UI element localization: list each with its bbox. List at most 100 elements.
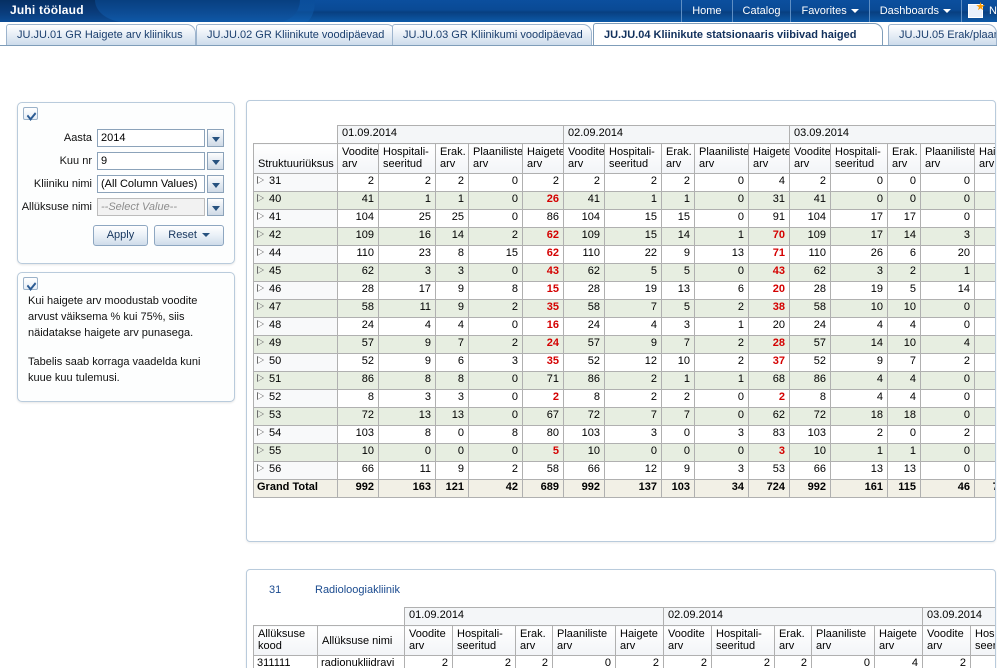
pivot-cell[interactable]: 3 bbox=[694, 461, 749, 480]
pivot-cell[interactable]: 66 bbox=[337, 461, 379, 480]
pivot-cell[interactable]: 22 bbox=[974, 317, 995, 336]
pivot-cell[interactable]: 0 bbox=[604, 443, 662, 462]
expand-triangle-icon[interactable] bbox=[257, 230, 265, 239]
pivot-cell[interactable]: 0 bbox=[468, 443, 523, 462]
expand-triangle-icon[interactable] bbox=[257, 446, 265, 455]
pivot-cell[interactable]: 4 bbox=[887, 371, 921, 390]
pivot-cell[interactable]: 62 bbox=[522, 227, 564, 246]
pivot-cell[interactable]: 62 bbox=[789, 263, 831, 282]
pivot-cell[interactable]: 2 bbox=[661, 389, 695, 408]
pivot-cell[interactable]: 11 bbox=[378, 299, 436, 318]
pivot-cell[interactable]: 0 bbox=[468, 191, 523, 210]
pivot-cell[interactable]: 2 bbox=[887, 263, 921, 282]
pivot-cell[interactable]: 1 bbox=[694, 317, 749, 336]
pivot-cell[interactable]: 71 bbox=[748, 245, 790, 264]
pivot-cell[interactable]: 2 bbox=[748, 389, 790, 408]
pivot-cell[interactable]: 0 bbox=[435, 425, 469, 444]
pivot-cell[interactable]: 3 bbox=[661, 317, 695, 336]
pivot-cell[interactable]: 8 bbox=[435, 245, 469, 264]
pivot-cell[interactable]: 1 bbox=[378, 191, 436, 210]
pivot-cell[interactable]: 2 bbox=[468, 335, 523, 354]
pivot-cell[interactable]: 9 bbox=[435, 281, 469, 300]
pivot-cell[interactable]: 71 bbox=[522, 371, 564, 390]
pivot-cell[interactable]: 52 bbox=[563, 353, 605, 372]
pivot-cell[interactable]: 1 bbox=[435, 191, 469, 210]
pivot-cell[interactable]: 2 bbox=[663, 655, 712, 668]
pivot-measure-header[interactable]: Haigetearv bbox=[522, 143, 564, 174]
pivot-cell[interactable]: 26 bbox=[522, 191, 564, 210]
pivot-cell[interactable]: 2 bbox=[711, 655, 775, 668]
pivot-measure-header[interactable]: Plaaniliste arv bbox=[920, 143, 975, 174]
pivot-cell[interactable]: 0 bbox=[694, 209, 749, 228]
pivot-cell[interactable]: 17 bbox=[830, 227, 888, 246]
pivot-cell[interactable]: 7 bbox=[435, 335, 469, 354]
pivot-cell[interactable]: 62 bbox=[337, 263, 379, 282]
pivot-row-label[interactable]: 46 bbox=[253, 281, 338, 300]
pivot-measure-header[interactable]: Erak. arv bbox=[661, 143, 695, 174]
pivot-cell[interactable]: 0 bbox=[435, 443, 469, 462]
nav-dashboards[interactable]: Dashboards bbox=[870, 0, 963, 22]
pivot-cell[interactable]: 10 bbox=[887, 335, 921, 354]
pivot-cell[interactable]: 3 bbox=[830, 263, 888, 282]
filter-dropdown-kliiniku-nimi[interactable] bbox=[207, 175, 224, 193]
tab-ju-03[interactable]: JU.JU.03 GR Kliinikumi voodipäevad bbox=[392, 24, 592, 45]
pivot-cell[interactable]: 2 bbox=[920, 425, 975, 444]
table-row[interactable]: 537213130677277062721818067 bbox=[253, 407, 995, 426]
expand-triangle-icon[interactable] bbox=[257, 374, 265, 383]
pivot-cell[interactable]: 57 bbox=[563, 335, 605, 354]
pivot-measure-header[interactable]: Hospitali-seeritud bbox=[970, 625, 995, 656]
filter-input-alluksuse-nimi[interactable]: --Select Value-- bbox=[97, 198, 205, 216]
pivot-cell[interactable]: 9 bbox=[435, 299, 469, 318]
pivot-cell[interactable]: 4 bbox=[435, 317, 469, 336]
pivot-cell[interactable]: 67 bbox=[974, 371, 995, 390]
pivot-measure-header[interactable]: Plaaniliste arv bbox=[694, 143, 749, 174]
subunit-name-cell[interactable]: radionukliidravi statsionaar bbox=[317, 655, 405, 668]
pivot-cell[interactable]: 43 bbox=[522, 263, 564, 282]
pivot-row-label[interactable]: 45 bbox=[253, 263, 338, 282]
pivot-cell[interactable]: 7 bbox=[604, 299, 662, 318]
pivot-cell[interactable]: 104 bbox=[789, 209, 831, 228]
filter-input-kliiniku-nimi[interactable]: (All Column Values) bbox=[97, 175, 205, 193]
pivot-cell[interactable]: 0 bbox=[661, 425, 695, 444]
pivot-date-group-header[interactable]: 03.09.2014 bbox=[789, 125, 995, 144]
expand-triangle-icon[interactable] bbox=[257, 338, 265, 347]
pivot-cell[interactable]: 3 bbox=[435, 263, 469, 282]
pivot-cell[interactable]: 0 bbox=[694, 443, 749, 462]
pivot-cell[interactable]: 60 bbox=[974, 461, 995, 480]
pivot-cell[interactable]: 41 bbox=[789, 191, 831, 210]
pivot-cell[interactable]: 3 bbox=[378, 263, 436, 282]
nav-home[interactable]: Home bbox=[681, 0, 733, 22]
pivot-cell[interactable]: 2 bbox=[563, 173, 605, 192]
chevron-down-icon[interactable] bbox=[23, 107, 38, 120]
pivot-cell[interactable]: 58 bbox=[522, 461, 564, 480]
pivot-cell[interactable]: 109 bbox=[789, 227, 831, 246]
pivot-cell[interactable]: 7 bbox=[661, 407, 695, 426]
table-row[interactable]: 47581192355875238581010038 bbox=[253, 299, 995, 318]
pivot-cell[interactable]: 4 bbox=[974, 173, 995, 192]
pivot-measure-header[interactable]: Haigetearv bbox=[615, 625, 664, 656]
pivot-cell[interactable]: 3 bbox=[435, 389, 469, 408]
pivot-cell[interactable]: 15 bbox=[604, 209, 662, 228]
pivot-cell[interactable]: 4 bbox=[830, 371, 888, 390]
pivot-cell[interactable]: 62 bbox=[748, 407, 790, 426]
pivot-cell[interactable]: 20 bbox=[748, 317, 790, 336]
pivot-cell[interactable]: 86 bbox=[337, 371, 379, 390]
pivot-cell[interactable]: 104 bbox=[337, 209, 379, 228]
pivot-cell[interactable]: 72 bbox=[789, 407, 831, 426]
reset-button[interactable]: Reset bbox=[154, 225, 224, 246]
pivot-row-label[interactable]: 40 bbox=[253, 191, 338, 210]
pivot-row-label[interactable]: 50 bbox=[253, 353, 338, 372]
pivot-cell[interactable]: 19 bbox=[830, 281, 888, 300]
pivot-cell[interactable]: 110 bbox=[563, 245, 605, 264]
alert-badge-icon[interactable] bbox=[968, 4, 984, 18]
pivot-cell[interactable]: 40 bbox=[974, 353, 995, 372]
pivot-measure-header[interactable]: Hospitali-seeritud bbox=[604, 143, 662, 174]
pivot-cell[interactable]: 103 bbox=[789, 425, 831, 444]
pivot-cell[interactable]: 13 bbox=[694, 245, 749, 264]
pivot-cell[interactable]: 2 bbox=[378, 173, 436, 192]
pivot-cell[interactable]: 2 bbox=[468, 461, 523, 480]
pivot-cell[interactable]: 22 bbox=[604, 245, 662, 264]
pivot-cell[interactable]: 2 bbox=[452, 655, 516, 668]
nav-catalog[interactable]: Catalog bbox=[733, 0, 792, 22]
expand-triangle-icon[interactable] bbox=[257, 302, 265, 311]
